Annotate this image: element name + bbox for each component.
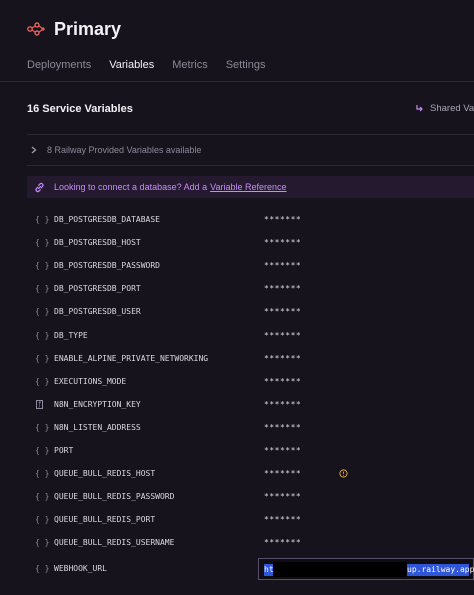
braces-icon: { }: [35, 492, 50, 502]
railway-provided-label: 8 Railway Provided Variables available: [47, 145, 202, 155]
variable-key: QUEUE_BULL_REDIS_HOST: [54, 469, 156, 479]
variable-key: PORT: [54, 446, 74, 455]
variable-value: *******: [264, 469, 302, 479]
braces-icon: { }: [35, 422, 50, 432]
variable-row[interactable]: { } QUEUE_BULL_REDIS_USERNAME *******: [27, 531, 474, 554]
braces-icon: { }: [35, 376, 50, 386]
variable-row[interactable]: { } EXECUTIONS_MODE *******: [27, 370, 474, 393]
variable-key: N8N_LISTEN_ADDRESS: [54, 422, 141, 432]
service-nodes-icon: [27, 22, 45, 36]
variable-key: DB_POSTGRESDB_PORT: [54, 284, 141, 294]
variable-key: ENABLE_ALPINE_PRIVATE_NETWORKING: [54, 353, 209, 363]
database-banner: Looking to connect a database? Add a Var…: [27, 176, 474, 198]
variable-row[interactable]: { } QUEUE_BULL_REDIS_PASSWORD *******: [27, 485, 474, 508]
tab-variables[interactable]: Variables: [109, 59, 154, 71]
variable-value: *******: [264, 261, 302, 271]
variable-value: *******: [264, 399, 302, 409]
tab-metrics[interactable]: Metrics: [172, 59, 207, 71]
braces-icon: { }: [35, 330, 50, 340]
variables-heading: 16 Service Variables: [27, 103, 133, 115]
variable-row[interactable]: ƒ N8N_ENCRYPTION_KEY *******: [27, 393, 474, 416]
braces-icon: { }: [35, 564, 50, 573]
tab-deployments[interactable]: Deployments: [27, 59, 91, 71]
service-title: Primary: [54, 19, 122, 39]
variable-key: N8N_ENCRYPTION_KEY: [54, 399, 141, 409]
variable-value: *******: [264, 284, 302, 294]
divider: [27, 165, 474, 166]
variable-key: DB_POSTGRESDB_DATABASE: [54, 215, 160, 224]
link-icon: [35, 182, 44, 192]
service-header: Primary Deployments Variables Metrics Se…: [0, 0, 474, 82]
tab-settings[interactable]: Settings: [226, 59, 266, 71]
variable-row[interactable]: { } PORT *******: [27, 439, 474, 462]
variable-value: *******: [264, 307, 302, 317]
variable-value: *******: [264, 238, 302, 248]
braces-icon: { }: [35, 469, 50, 479]
variable-value: *******: [264, 446, 302, 455]
tab-bar: Deployments Variables Metrics Settings: [27, 59, 283, 71]
variable-key: QUEUE_BULL_REDIS_USERNAME: [54, 538, 175, 548]
variable-value: *******: [264, 330, 302, 340]
braces-icon: { }: [35, 538, 50, 548]
variable-row[interactable]: { } QUEUE_BULL_REDIS_PORT *******: [27, 508, 474, 531]
variable-value: *******: [264, 353, 302, 363]
variable-row[interactable]: { } ENABLE_ALPINE_PRIVATE_NETWORKING *****…: [27, 347, 474, 370]
variable-row[interactable]: { } QUEUE_BULL_REDIS_HOST *******: [27, 462, 474, 485]
braces-icon: { }: [35, 446, 50, 455]
variable-key: DB_TYPE: [54, 330, 88, 340]
variable-value: *******: [264, 492, 302, 502]
braces-icon: { }: [35, 215, 50, 224]
chevron-right-icon: [31, 146, 37, 154]
braces-icon: { }: [35, 515, 50, 525]
variable-value: *******: [264, 538, 302, 548]
variable-row[interactable]: { } DB_POSTGRESDB_PASSWORD *******: [27, 254, 474, 277]
variable-row[interactable]: { } DB_POSTGRESDB_PORT *******: [27, 277, 474, 300]
variable-reference-link[interactable]: Variable Reference: [210, 182, 286, 192]
braces-icon: { }: [35, 284, 50, 294]
variable-key: DB_POSTGRESDB_USER: [54, 307, 141, 317]
variable-row[interactable]: { } DB_POSTGRESDB_HOST *******: [27, 231, 474, 254]
shared-variables-button[interactable]: Shared Vari: [416, 103, 474, 114]
variable-value: *******: [264, 515, 302, 525]
variable-value: *******: [264, 376, 302, 386]
braces-icon: { }: [35, 238, 50, 248]
braces-icon: { }: [35, 353, 50, 363]
variable-row[interactable]: { } N8N_LISTEN_ADDRESS *******: [27, 416, 474, 439]
variable-key: QUEUE_BULL_REDIS_PASSWORD: [54, 492, 175, 502]
variable-row[interactable]: { } DB_TYPE *******: [27, 324, 474, 347]
variable-key: QUEUE_BULL_REDIS_PORT: [54, 515, 156, 525]
shared-variables-label: Shared Vari: [430, 103, 474, 114]
warning-icon[interactable]: [339, 469, 348, 478]
url-selection-end: up.railway.app: [407, 564, 474, 576]
braces-icon: { }: [35, 307, 50, 317]
variable-key: WEBHOOK_URL: [54, 564, 107, 573]
shared-link-icon: [416, 105, 423, 112]
variable-value: *******: [264, 215, 302, 224]
variable-key: DB_POSTGRESDB_PASSWORD: [54, 261, 160, 271]
braces-icon: { }: [35, 261, 50, 271]
function-box-icon: ƒ: [36, 399, 43, 409]
variable-key: EXECUTIONS_MODE: [54, 376, 127, 386]
variable-key: DB_POSTGRESDB_HOST: [54, 238, 141, 248]
webhook-url-input[interactable]: ht up.railway.app: [258, 558, 474, 580]
banner-text: Looking to connect a database? Add a: [54, 182, 208, 192]
variable-row[interactable]: { } DB_POSTGRESDB_USER *******: [27, 300, 474, 323]
redacted-region: [273, 562, 407, 577]
variable-value: *******: [264, 422, 302, 432]
railway-provided-toggle[interactable]: 8 Railway Provided Variables available: [27, 136, 474, 164]
divider: [27, 134, 474, 135]
variable-row[interactable]: { } DB_POSTGRESDB_DATABASE *******: [27, 208, 474, 231]
